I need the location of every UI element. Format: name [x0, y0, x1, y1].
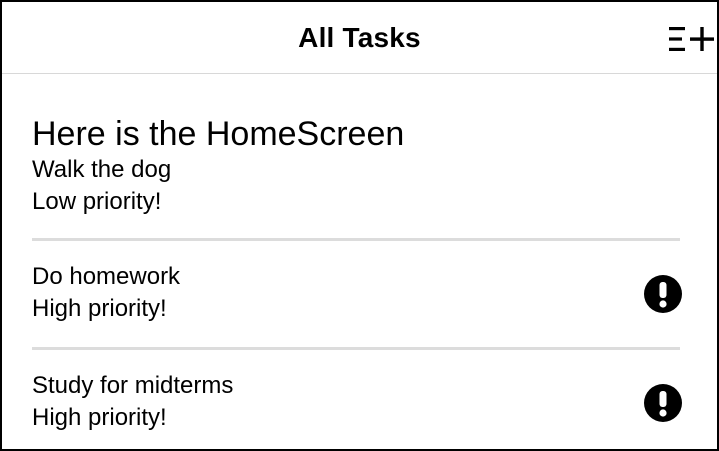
- screen-heading: Here is the HomeScreen: [32, 115, 405, 153]
- list-item[interactable]: Study for midterms High priority!: [32, 350, 682, 451]
- task-list: Here is the HomeScreen Walk the dog Low …: [32, 74, 682, 451]
- task-priority: Low priority!: [32, 188, 162, 215]
- task-title: Study for midterms: [32, 372, 234, 399]
- list-item[interactable]: Do homework High priority!: [32, 241, 682, 347]
- app-window: All Tasks Here is the HomeScreen Walk th…: [0, 0, 719, 451]
- task-priority: High priority!: [32, 404, 167, 431]
- list-item[interactable]: Walk the dog Low priority!: [32, 154, 682, 238]
- task-priority: High priority!: [32, 295, 167, 322]
- task-title: Do homework: [32, 263, 181, 290]
- add-task-button[interactable]: [669, 26, 715, 52]
- task-title: Walk the dog: [32, 156, 172, 183]
- page-title: All Tasks: [298, 22, 421, 53]
- nav-header: All Tasks: [2, 2, 717, 74]
- add-list-icon: [669, 27, 714, 51]
- exclamation-circle-icon: [644, 384, 682, 422]
- exclamation-circle-icon: [644, 275, 682, 313]
